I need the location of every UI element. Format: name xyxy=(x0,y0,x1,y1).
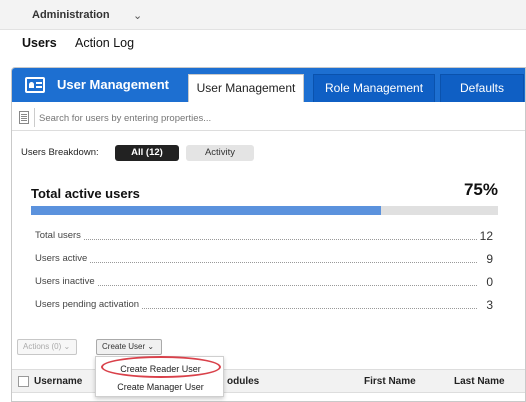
stat-label: Users pending activation xyxy=(35,299,142,310)
progress-bar-fill xyxy=(31,206,382,215)
document-icon[interactable] xyxy=(19,111,29,124)
stat-value: 12 xyxy=(476,229,493,243)
stat-label: Total users xyxy=(35,230,83,241)
actions-button[interactable]: Actions (0) ⌄ xyxy=(17,339,77,355)
users-breakdown-label: Users Breakdown: xyxy=(21,147,99,158)
divider xyxy=(34,108,35,127)
table-header: Username odules First Name Last Name xyxy=(12,369,525,393)
filter-all-button[interactable]: All (12) xyxy=(115,145,179,161)
stats-title: Total active users xyxy=(31,186,140,201)
column-last-name[interactable]: Last Name xyxy=(454,376,505,387)
stat-label: Users inactive xyxy=(35,276,97,287)
stat-value: 0 xyxy=(483,275,493,289)
stat-value: 3 xyxy=(483,298,493,312)
chevron-down-icon: ⌄ xyxy=(63,342,71,351)
stat-row-total: Total users 12 xyxy=(35,229,493,244)
stat-value: 9 xyxy=(483,252,493,266)
nav-action-log[interactable]: Action Log xyxy=(75,36,134,50)
highlight-ellipse xyxy=(101,356,221,378)
create-manager-user-option[interactable]: Create Manager User xyxy=(96,382,225,392)
nav-users[interactable]: Users xyxy=(22,36,57,50)
search-input[interactable] xyxy=(39,109,509,127)
leader-dots xyxy=(39,262,477,263)
column-username[interactable]: Username xyxy=(34,376,82,387)
sub-navigation: Users Action Log xyxy=(0,30,526,60)
tab-role-management[interactable]: Role Management xyxy=(313,74,435,102)
leader-dots xyxy=(39,239,477,240)
leader-dots xyxy=(39,285,477,286)
stat-row-active: Users active 9 xyxy=(35,252,493,267)
stat-row-pending: Users pending activation 3 xyxy=(35,298,493,313)
user-management-panel: User Management User Management Role Man… xyxy=(11,67,526,402)
user-card-icon xyxy=(25,77,45,93)
table-row[interactable] xyxy=(12,394,525,401)
column-modules[interactable]: odules xyxy=(227,376,259,387)
create-user-button-label: Create User xyxy=(102,342,146,351)
panel-title: User Management xyxy=(57,77,169,92)
chevron-down-icon: ⌄ xyxy=(147,342,155,351)
stats-percent: 75% xyxy=(463,180,498,199)
tab-user-management[interactable]: User Management xyxy=(188,74,304,102)
select-all-checkbox[interactable] xyxy=(18,376,29,387)
top-bar: Administration ⌄ xyxy=(0,0,526,30)
progress-bar xyxy=(31,206,498,215)
stat-row-inactive: Users inactive 0 xyxy=(35,275,493,290)
actions-button-label: Actions (0) xyxy=(23,342,62,351)
create-user-button[interactable]: Create User ⌄ xyxy=(96,339,162,355)
stat-label: Users active xyxy=(35,253,90,264)
search-row xyxy=(12,105,525,131)
administration-menu[interactable]: Administration xyxy=(32,9,110,21)
tab-defaults[interactable]: Defaults xyxy=(440,74,524,102)
panel-header: User Management User Management Role Man… xyxy=(12,68,525,102)
chevron-down-icon[interactable]: ⌄ xyxy=(133,9,142,22)
column-first-name[interactable]: First Name xyxy=(364,376,416,387)
filter-activity-button[interactable]: Activity xyxy=(186,145,254,161)
